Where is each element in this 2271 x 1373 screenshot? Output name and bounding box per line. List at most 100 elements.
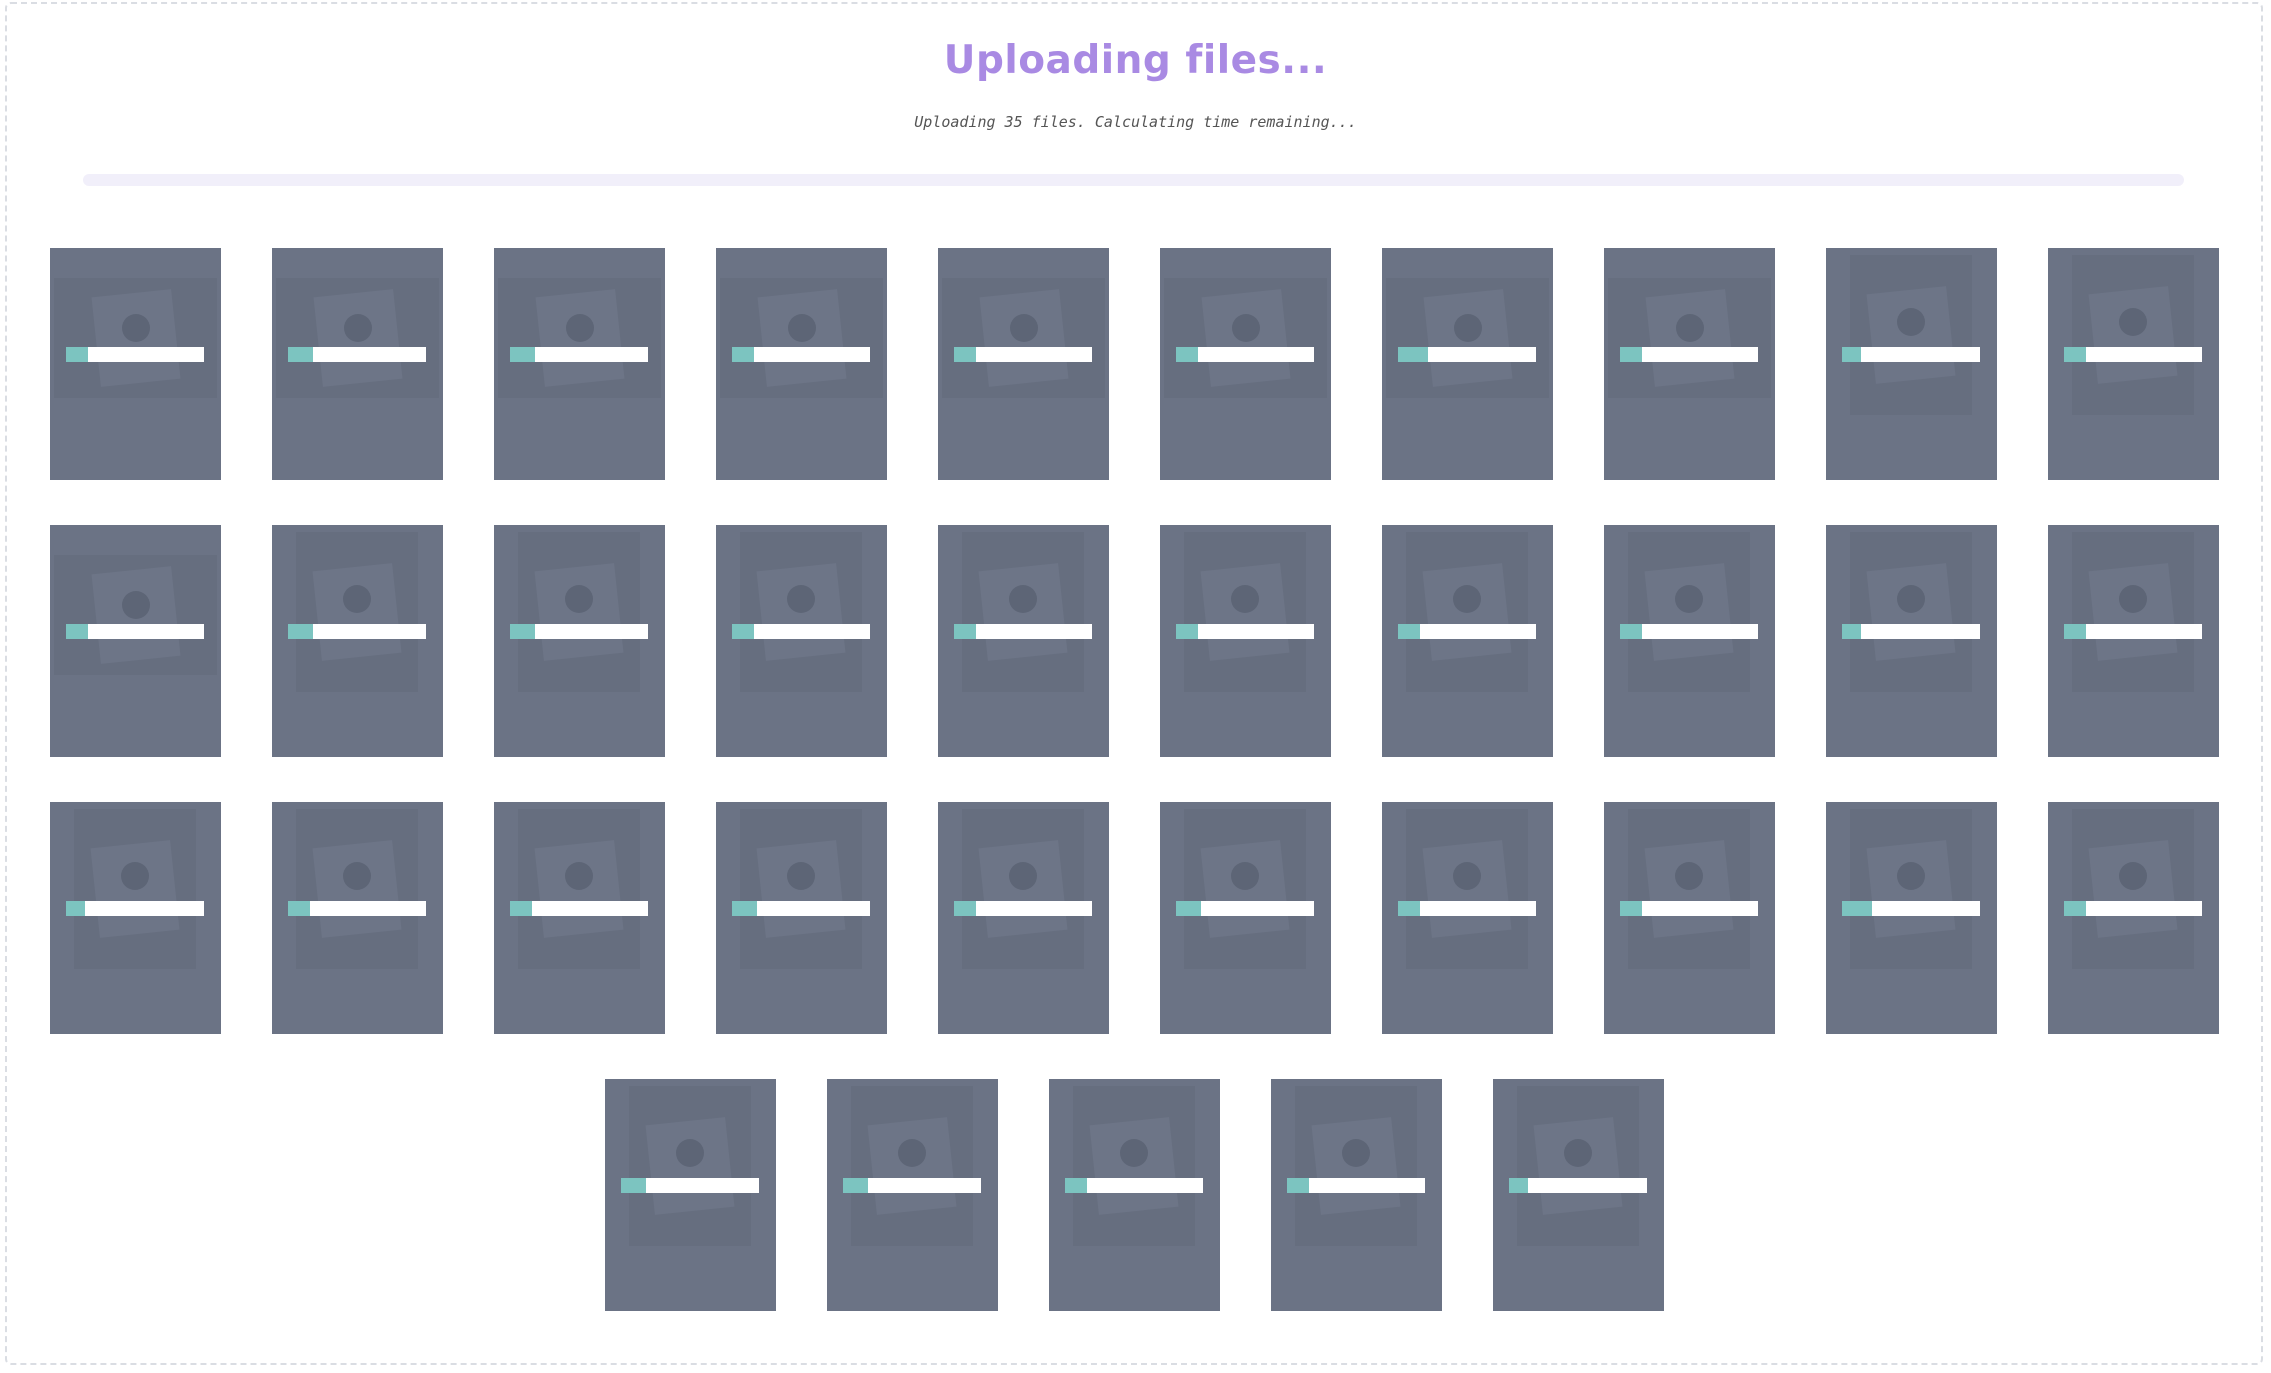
thumbnail-subject (898, 1139, 926, 1168)
file-tile[interactable] (272, 525, 443, 757)
file-tile[interactable] (827, 1079, 998, 1311)
thumbnail-subject (1897, 308, 1925, 337)
file-tile[interactable] (1604, 802, 1775, 1034)
file-thumbnail (296, 532, 418, 692)
file-thumbnail (1628, 809, 1750, 969)
file-tile[interactable] (1493, 1079, 1664, 1311)
file-tile[interactable] (50, 802, 221, 1034)
file-tile[interactable] (1382, 248, 1553, 480)
file-tile[interactable] (1382, 525, 1553, 757)
thumbnail-subject (1675, 314, 1704, 343)
file-tile[interactable] (938, 802, 1109, 1034)
file-progress-fill (732, 901, 757, 916)
file-tile[interactable] (1604, 525, 1775, 757)
file-name (1163, 709, 1328, 745)
file-tile[interactable] (1826, 802, 1997, 1034)
file-name (1829, 432, 1994, 468)
file-progress-fill (954, 901, 977, 916)
file-progress-bar (1398, 901, 1536, 916)
thumbnail-subject (787, 314, 816, 343)
file-tile[interactable] (1271, 1079, 1442, 1311)
file-progress-bar (732, 624, 870, 639)
file-tile[interactable] (716, 525, 887, 757)
file-tile[interactable] (1604, 248, 1775, 480)
file-tile[interactable] (605, 1079, 776, 1311)
file-progress-fill (2064, 347, 2087, 362)
file-tile[interactable] (1160, 248, 1331, 480)
file-progress-fill (954, 347, 977, 362)
file-thumbnail (962, 809, 1084, 969)
file-tile[interactable] (716, 248, 887, 480)
file-tile[interactable] (938, 525, 1109, 757)
file-name (497, 709, 662, 745)
file-name (941, 986, 1106, 1022)
file-progress-bar (843, 1178, 981, 1193)
thumbnail-subject (787, 862, 815, 891)
file-thumbnail (518, 809, 640, 969)
file-name (941, 432, 1106, 468)
file-name (275, 986, 440, 1022)
file-progress-bar (510, 624, 648, 639)
file-thumbnail (851, 1086, 973, 1246)
file-progress-bar (288, 901, 426, 916)
thumbnail-subject (1009, 862, 1037, 891)
thumbnail-subject (1231, 585, 1259, 614)
file-thumbnail (296, 809, 418, 969)
file-progress-bar (954, 901, 1092, 916)
file-progress-fill (2064, 901, 2087, 916)
file-thumbnail (1164, 278, 1327, 398)
file-progress-bar (2064, 347, 2202, 362)
file-tile[interactable] (1160, 525, 1331, 757)
file-tile[interactable] (938, 248, 1109, 480)
file-tile[interactable] (716, 802, 887, 1034)
file-tile[interactable] (1049, 1079, 1220, 1311)
file-progress-bar (1176, 347, 1314, 362)
file-thumbnail (1406, 809, 1528, 969)
file-tile[interactable] (50, 525, 221, 757)
file-tile[interactable] (272, 248, 443, 480)
thumbnail-subject (1564, 1139, 1592, 1168)
file-progress-fill (288, 347, 313, 362)
thumbnail-subject (1453, 314, 1482, 343)
file-tile[interactable] (494, 802, 665, 1034)
file-thumbnail (1073, 1086, 1195, 1246)
file-progress-fill (954, 624, 977, 639)
file-tile[interactable] (1826, 248, 1997, 480)
file-progress-fill (66, 901, 86, 916)
thumbnail-subject (1120, 1139, 1148, 1168)
file-name (53, 986, 218, 1022)
file-tile[interactable] (2048, 248, 2219, 480)
file-tile[interactable] (1826, 525, 1997, 757)
thumbnail-subject (1231, 862, 1259, 891)
file-tile[interactable] (2048, 802, 2219, 1034)
file-tile[interactable] (494, 525, 665, 757)
file-name (1163, 986, 1328, 1022)
file-tile[interactable] (272, 802, 443, 1034)
file-name (53, 432, 218, 468)
file-thumbnail (1184, 809, 1306, 969)
file-progress-bar (66, 901, 204, 916)
file-thumbnail (1850, 255, 1972, 415)
file-progress-fill (1398, 624, 1421, 639)
file-tile[interactable] (1160, 802, 1331, 1034)
file-progress-bar (621, 1178, 759, 1193)
file-progress-bar (510, 347, 648, 362)
file-progress-fill (1509, 1178, 1529, 1193)
file-name (275, 432, 440, 468)
file-progress-bar (1398, 624, 1536, 639)
file-tile[interactable] (494, 248, 665, 480)
file-thumbnail (629, 1086, 751, 1246)
file-tile[interactable] (1382, 802, 1553, 1034)
file-progress-bar (2064, 901, 2202, 916)
file-thumbnail (74, 809, 196, 969)
file-progress-bar (1842, 901, 1980, 916)
file-name (1496, 1263, 1661, 1299)
file-tile[interactable] (50, 248, 221, 480)
thumbnail-subject (343, 314, 372, 343)
file-name (1607, 986, 1772, 1022)
file-tile[interactable] (2048, 525, 2219, 757)
file-progress-bar (2064, 624, 2202, 639)
file-thumbnail (720, 278, 883, 398)
thumbnail-subject (565, 585, 593, 614)
file-name (1607, 432, 1772, 468)
